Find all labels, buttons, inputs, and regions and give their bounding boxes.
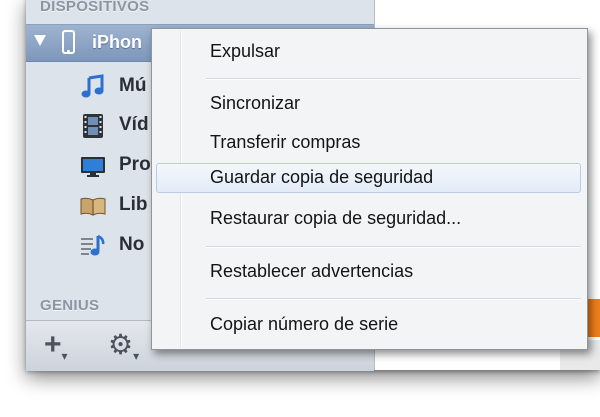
menu-item-label: Copiar número de serie [210, 314, 399, 334]
plus-icon: + [44, 328, 62, 361]
gear-icon: ⚙ [108, 329, 134, 360]
device-label: iPhon [92, 32, 142, 52]
menu-item-label: Expulsar [210, 41, 281, 61]
menu-item-label: Guardar copia de seguridad [210, 167, 434, 187]
context-menu: Expulsar Sincronizar Transferir compras … [151, 28, 588, 350]
menu-item-reset-warnings[interactable]: Restablecer advertencias [156, 257, 581, 287]
sidebar-item-label: Pro [119, 154, 151, 175]
menu-item-sync[interactable]: Sincronizar [156, 89, 581, 119]
sidebar-item-label: No [119, 234, 145, 255]
music-icon [81, 74, 104, 98]
menu-item-label: Restablecer advertencias [210, 261, 414, 281]
menu-item-transfer-purchases[interactable]: Transferir compras [156, 128, 581, 158]
disclosure-triangle-icon[interactable] [34, 35, 46, 46]
menu-item-restore-backup[interactable]: Restaurar copia de seguridad... [156, 204, 581, 234]
section-header-devices: DISPOSITIVOS [40, 0, 150, 15]
book-icon [80, 197, 106, 216]
menu-item-label: Sincronizar [210, 93, 301, 113]
menu-separator [206, 246, 581, 248]
menu-separator [206, 78, 581, 80]
menu-item-backup[interactable]: Guardar copia de seguridad [156, 163, 581, 193]
chevron-down-icon: ▾ [61, 349, 68, 363]
sidebar-item-label: Lib [119, 194, 148, 215]
menu-item-copy-serial[interactable]: Copiar número de serie [156, 310, 581, 340]
iphone-icon [62, 30, 75, 54]
sidebar-item-label: Víd [119, 114, 149, 135]
add-playlist-button[interactable]: +▾ [44, 330, 78, 364]
menu-item-label: Transferir compras [210, 132, 361, 152]
chevron-down-icon: ▾ [133, 349, 140, 363]
tones-icon [81, 234, 105, 256]
sidebar-item-label: Mú [119, 75, 147, 96]
menu-item-label: Restaurar copia de seguridad... [210, 208, 462, 228]
settings-button[interactable]: ⚙▾ [108, 331, 148, 364]
tv-icon [81, 157, 105, 177]
menu-separator [206, 298, 581, 300]
section-header-genius: GENIUS [40, 297, 100, 314]
film-icon [83, 114, 103, 138]
menu-item-eject[interactable]: Expulsar [156, 37, 581, 67]
